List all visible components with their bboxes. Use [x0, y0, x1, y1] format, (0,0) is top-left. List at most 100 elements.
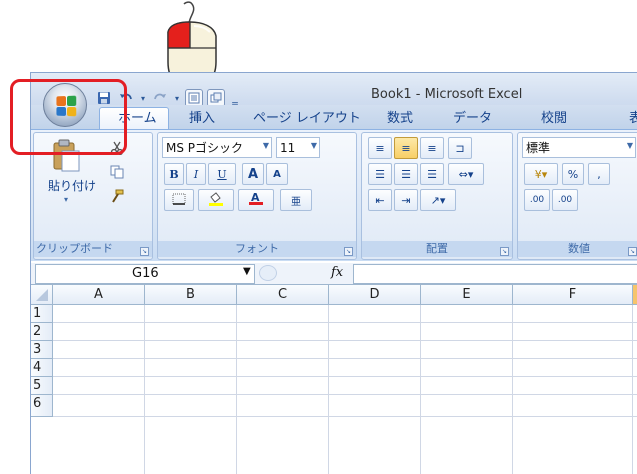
gridline	[512, 305, 513, 474]
shrink-font-button[interactable]: A	[266, 163, 288, 185]
formula-bar: G16 ▼ fx	[31, 263, 637, 285]
row-header-2[interactable]: 2	[31, 323, 53, 341]
borders-icon	[172, 193, 186, 208]
tab-data[interactable]: データ	[453, 109, 492, 129]
percent-button[interactable]: %	[562, 163, 584, 185]
name-box-dropdown-icon[interactable]: ▼	[243, 266, 251, 277]
align-left-button[interactable]: ☰	[368, 163, 392, 185]
insert-function-button[interactable]: fx	[331, 265, 343, 280]
merge-center-button[interactable]: ⇔▾	[448, 163, 484, 185]
number-format-combo[interactable]: 標準 ▼	[522, 137, 636, 158]
tab-formulas[interactable]: 数式	[387, 109, 413, 129]
window-title: Book1 - Microsoft Excel	[371, 87, 523, 102]
name-box-value: G16	[132, 266, 159, 281]
column-header-f[interactable]: F	[513, 285, 633, 305]
row-header-4[interactable]: 4	[31, 359, 53, 377]
font-size-combo[interactable]: 11 ▼	[276, 137, 320, 158]
gridline	[53, 394, 637, 395]
gridline	[420, 305, 421, 474]
copy-icon[interactable]	[110, 165, 124, 182]
align-top-button[interactable]: ≡	[368, 137, 392, 159]
borders-button[interactable]	[164, 189, 194, 211]
font-color-icon: A	[248, 191, 264, 209]
clipboard-dialog-launcher[interactable]: ↘	[140, 247, 149, 256]
align-middle-button[interactable]: ≡	[394, 137, 418, 159]
fill-color-button[interactable]	[198, 189, 234, 211]
gridline	[53, 376, 637, 377]
gridline	[632, 305, 633, 474]
row-header-1[interactable]: 1	[31, 305, 53, 323]
bold-button[interactable]: B	[164, 163, 184, 185]
align-bottom-icon: ≡	[427, 141, 437, 155]
worksheet-grid: A B C D E F 1 2 3 4 5 6	[31, 285, 637, 474]
alignment-dialog-launcher[interactable]: ↘	[500, 247, 509, 256]
decrease-indent-icon: ⇤	[375, 193, 385, 207]
tab-review[interactable]: 校閲	[541, 109, 567, 129]
orientation-icon: ↗▾	[430, 193, 446, 207]
font-size-value: 11	[280, 140, 296, 155]
row-header-5[interactable]: 5	[31, 377, 53, 395]
gridline	[53, 358, 637, 359]
font-group: MS Pゴシック ▼ 11 ▼ B I U A A A 亜 フォント ↘	[157, 132, 357, 260]
number-format-dropdown-icon[interactable]: ▼	[627, 141, 633, 150]
currency-button[interactable]: ¥▾	[524, 163, 558, 185]
grow-font-button[interactable]: A	[242, 163, 264, 185]
font-name-value: MS Pゴシック	[166, 141, 244, 155]
expand-formula-icon[interactable]	[259, 265, 277, 281]
align-center-button[interactable]: ☰	[394, 163, 418, 185]
tab-view[interactable]: 表	[629, 109, 637, 129]
wrap-text-button[interactable]: ⊐	[448, 137, 472, 159]
phonetic-button[interactable]: 亜	[280, 189, 312, 211]
align-center-icon: ☰	[401, 167, 411, 181]
alignment-group-label: 配置	[362, 241, 512, 257]
format-painter-icon[interactable]	[110, 189, 124, 206]
decrease-indent-button[interactable]: ⇤	[368, 189, 392, 211]
align-middle-icon: ≡	[401, 141, 411, 155]
alignment-group: ≡ ≡ ≡ ⊐ ☰ ☰ ☰ ⇔▾ ⇤ ⇥ ↗▾ 配置 ↘	[361, 132, 513, 260]
font-dialog-launcher[interactable]: ↘	[344, 247, 353, 256]
increase-decimal-button[interactable]: .00	[524, 189, 550, 211]
font-color-button[interactable]: A	[238, 189, 274, 211]
paste-label[interactable]: 貼り付け	[48, 177, 96, 194]
align-bottom-button[interactable]: ≡	[420, 137, 444, 159]
number-group: 標準 ▼ ¥▾ % , .00 .00 数値 ↘	[517, 132, 637, 260]
number-dialog-launcher[interactable]: ↘	[628, 247, 637, 256]
comma-button[interactable]: ,	[588, 163, 610, 185]
formula-input[interactable]	[353, 264, 637, 284]
row-header-3[interactable]: 3	[31, 341, 53, 359]
office-button-highlight	[10, 79, 127, 155]
row-header-6[interactable]: 6	[31, 395, 53, 417]
gridline	[328, 305, 329, 474]
gridline	[236, 305, 237, 474]
column-header-d[interactable]: D	[329, 285, 421, 305]
column-header-e[interactable]: E	[421, 285, 513, 305]
column-header-c[interactable]: C	[237, 285, 329, 305]
align-right-button[interactable]: ☰	[420, 163, 444, 185]
align-left-icon: ☰	[375, 167, 385, 181]
select-all-corner[interactable]	[31, 285, 53, 305]
font-name-dropdown-icon[interactable]: ▼	[263, 141, 269, 150]
clipboard-group-label: クリップボード	[34, 241, 152, 257]
font-group-label: フォント	[158, 241, 356, 257]
currency-icon: ¥▾	[534, 167, 548, 181]
gridline	[144, 305, 145, 474]
decrease-decimal-button[interactable]: .00	[552, 189, 578, 211]
select-all-icon	[35, 289, 48, 301]
gridline	[53, 416, 637, 417]
name-box[interactable]: G16	[35, 264, 255, 284]
orientation-button[interactable]: ↗▾	[420, 189, 456, 211]
column-header-g[interactable]	[633, 285, 637, 305]
tab-page-layout[interactable]: ページ レイアウト	[253, 109, 361, 129]
font-name-combo[interactable]: MS Pゴシック ▼	[162, 137, 272, 158]
number-format-value: 標準	[526, 141, 551, 155]
underline-button[interactable]: U	[208, 163, 236, 185]
font-size-dropdown-icon[interactable]: ▼	[311, 141, 317, 150]
merge-center-icon: ⇔▾	[458, 167, 474, 181]
tab-insert[interactable]: 挿入	[189, 109, 215, 129]
italic-button[interactable]: I	[186, 163, 206, 185]
increase-indent-button[interactable]: ⇥	[394, 189, 418, 211]
column-header-a[interactable]: A	[53, 285, 145, 305]
paste-dropdown-icon[interactable]: ▾	[64, 195, 68, 204]
wrap-text-icon: ⊐	[455, 141, 465, 155]
column-header-b[interactable]: B	[145, 285, 237, 305]
